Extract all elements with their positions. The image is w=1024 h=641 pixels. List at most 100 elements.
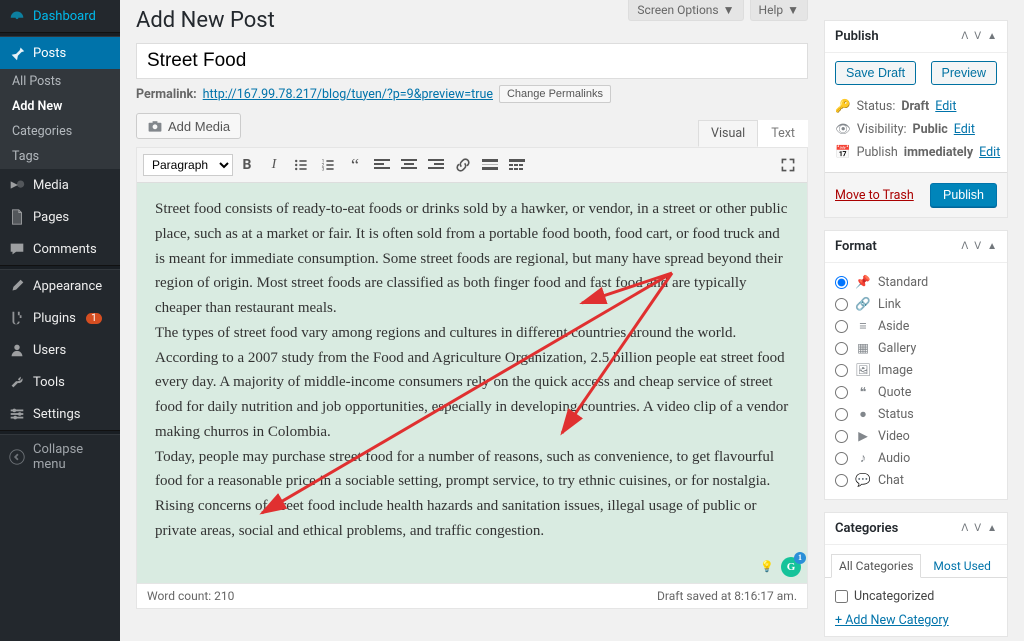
grammarly-icon[interactable]: G1 xyxy=(781,557,801,577)
sidebar-item-comments[interactable]: Comments xyxy=(0,233,120,265)
eye-icon: 👁 xyxy=(835,122,851,137)
format-option-link[interactable]: 🔗Link xyxy=(835,293,997,315)
submenu-categories[interactable]: Categories xyxy=(0,119,120,144)
move-up-icon[interactable]: ᐱ xyxy=(961,523,968,534)
screen-options-tab[interactable]: Screen Options ▼ xyxy=(628,0,743,21)
publish-button[interactable]: Publish xyxy=(930,183,997,207)
post-title-input[interactable] xyxy=(136,43,808,79)
sidebar-item-posts[interactable]: Posts xyxy=(0,37,120,69)
sidebar-item-label: Media xyxy=(33,178,69,193)
paragraph-format-select[interactable]: Paragraph xyxy=(143,154,233,176)
toggle-icon[interactable]: ▲ xyxy=(987,523,997,534)
format-option-status[interactable]: ●Status xyxy=(835,403,997,425)
move-up-icon[interactable]: ᐱ xyxy=(961,31,968,42)
sidebar-item-appearance[interactable]: Appearance xyxy=(0,270,120,302)
edit-visibility-link[interactable]: Edit xyxy=(954,122,975,137)
cat-tab-most-used[interactable]: Most Used xyxy=(925,554,999,578)
calendar-icon: 📅 xyxy=(835,145,851,160)
text-tab[interactable]: Text xyxy=(758,120,808,147)
edit-status-link[interactable]: Edit xyxy=(935,99,956,114)
italic-button[interactable]: I xyxy=(261,152,287,178)
format-radio[interactable] xyxy=(835,386,848,399)
format-radio[interactable] xyxy=(835,342,848,355)
visual-tab[interactable]: Visual xyxy=(698,120,758,147)
align-left-button[interactable] xyxy=(369,152,395,178)
main-content: Screen Options ▼ Help ▼ Add New Post Per… xyxy=(120,0,824,641)
submenu-tags[interactable]: Tags xyxy=(0,144,120,169)
format-radio[interactable] xyxy=(835,276,848,289)
numbered-list-button[interactable]: 123 xyxy=(315,152,341,178)
change-permalinks-button[interactable]: Change Permalinks xyxy=(499,85,611,103)
sidebar-item-tools[interactable]: Tools xyxy=(0,366,120,398)
plugin-icon xyxy=(8,309,26,327)
sidebar-item-media[interactable]: Media xyxy=(0,169,120,201)
read-more-button[interactable] xyxy=(477,152,503,178)
format-audio-icon: ♪ xyxy=(855,450,871,466)
toggle-icon[interactable]: ▲ xyxy=(987,241,997,252)
sidebar-item-label: Dashboard xyxy=(33,9,96,24)
align-right-button[interactable] xyxy=(423,152,449,178)
toolbar-toggle-button[interactable] xyxy=(504,152,530,178)
move-down-icon[interactable]: ᐯ xyxy=(974,523,981,534)
status-label: Status: xyxy=(857,99,896,114)
categories-metabox: Categories ᐱᐯ▲ All Categories Most Used … xyxy=(824,512,1008,637)
format-option-audio[interactable]: ♪Audio xyxy=(835,447,997,469)
link-button[interactable] xyxy=(450,152,476,178)
sidebar-item-label: Plugins xyxy=(33,311,76,326)
format-option-quote[interactable]: ❝Quote xyxy=(835,381,997,403)
sidebar-item-users[interactable]: Users xyxy=(0,334,120,366)
format-link-icon: 🔗 xyxy=(855,296,871,312)
user-icon xyxy=(8,341,26,359)
format-option-video[interactable]: ▶Video xyxy=(835,425,997,447)
format-radio[interactable] xyxy=(835,320,848,333)
sidebar-item-label: Settings xyxy=(33,407,80,422)
format-radio[interactable] xyxy=(835,364,848,377)
add-media-button[interactable]: Add Media xyxy=(136,113,241,139)
lightbulb-icon[interactable]: 💡 xyxy=(757,557,777,577)
add-category-link[interactable]: + Add New Category xyxy=(835,613,949,628)
bullet-list-button[interactable] xyxy=(288,152,314,178)
draft-saved-time: Draft saved at 8:16:17 am. xyxy=(657,589,797,603)
sidebar-item-settings[interactable]: Settings xyxy=(0,398,120,430)
format-radio[interactable] xyxy=(835,408,848,421)
format-radio[interactable] xyxy=(835,474,848,487)
format-option-gallery[interactable]: ▦Gallery xyxy=(835,337,997,359)
move-up-icon[interactable]: ᐱ xyxy=(961,241,968,252)
sidebar-item-dashboard[interactable]: Dashboard xyxy=(0,0,120,32)
format-radio[interactable] xyxy=(835,298,848,311)
help-tab[interactable]: Help ▼ xyxy=(750,0,808,21)
toggle-icon[interactable]: ▲ xyxy=(987,31,997,42)
submenu-add-new[interactable]: Add New xyxy=(0,94,120,119)
format-option-label: Image xyxy=(878,363,913,378)
sidebar-item-plugins[interactable]: Plugins 1 xyxy=(0,302,120,334)
sidebar-collapse[interactable]: Collapse menu xyxy=(0,435,120,479)
submenu-all-posts[interactable]: All Posts xyxy=(0,69,120,94)
format-option-label: Standard xyxy=(878,275,928,290)
move-down-icon[interactable]: ᐯ xyxy=(974,31,981,42)
category-checkbox[interactable] xyxy=(835,590,848,603)
preview-button[interactable]: Preview xyxy=(931,61,997,85)
editor-body[interactable]: Street food consists of ready-to-eat foo… xyxy=(137,183,807,583)
format-option-standard[interactable]: 📌Standard xyxy=(835,271,997,293)
format-option-aside[interactable]: ≡Aside xyxy=(835,315,997,337)
help-label: Help xyxy=(759,3,784,17)
format-radio[interactable] xyxy=(835,430,848,443)
editor-text: Street food consists of ready-to-eat foo… xyxy=(155,197,789,544)
category-item[interactable]: Uncategorized xyxy=(835,586,997,607)
cat-tab-all[interactable]: All Categories xyxy=(831,554,921,578)
blockquote-button[interactable]: “ xyxy=(342,152,368,178)
sidebar-item-pages[interactable]: Pages xyxy=(0,201,120,233)
save-draft-button[interactable]: Save Draft xyxy=(835,61,916,85)
move-to-trash-link[interactable]: Move to Trash xyxy=(835,188,914,203)
edit-publish-link[interactable]: Edit xyxy=(979,145,1000,160)
move-down-icon[interactable]: ᐯ xyxy=(974,241,981,252)
format-option-chat[interactable]: 💬Chat xyxy=(835,469,997,491)
align-center-button[interactable] xyxy=(396,152,422,178)
format-option-image[interactable]: 🖼Image xyxy=(835,359,997,381)
format-option-label: Video xyxy=(878,429,910,444)
permalink-url[interactable]: http://167.99.78.217/blog/tuyen/?p=9&pre… xyxy=(203,87,493,102)
bold-button[interactable]: B xyxy=(234,152,260,178)
sidebar-item-label: Users xyxy=(33,343,66,358)
fullscreen-button[interactable] xyxy=(775,152,801,178)
format-radio[interactable] xyxy=(835,452,848,465)
